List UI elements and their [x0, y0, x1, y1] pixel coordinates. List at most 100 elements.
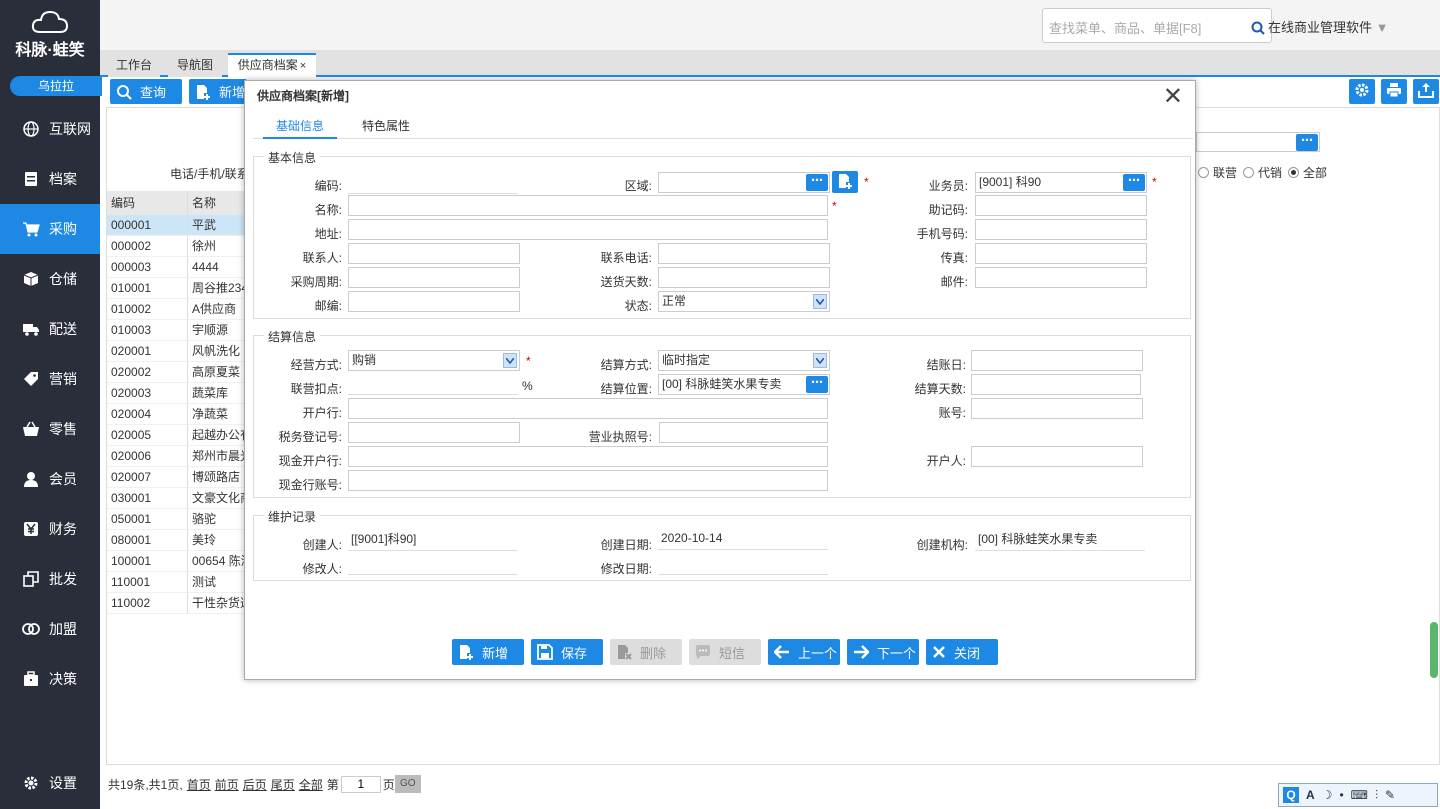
- print-button[interactable]: [1381, 79, 1407, 104]
- page-input[interactable]: [340, 775, 381, 793]
- ime-logo[interactable]: Q: [1283, 787, 1299, 803]
- first-page-link[interactable]: 首页: [187, 776, 211, 793]
- mnemonic-input[interactable]: [975, 195, 1147, 216]
- next-record-button[interactable]: 下一个: [847, 639, 919, 665]
- product-title[interactable]: 在线商业管理软件 ▼: [1268, 17, 1389, 36]
- mobile-input[interactable]: [975, 219, 1147, 240]
- nav-item-archive[interactable]: 档案: [0, 154, 100, 204]
- settle-pos-input[interactable]: [00] 科脉蛙笑水果专卖 ⋯: [658, 374, 830, 395]
- nav-item-delivery[interactable]: 配送: [0, 304, 100, 354]
- settle-mode-select[interactable]: 临时指定: [658, 350, 830, 371]
- tab-navigation[interactable]: 导航图: [168, 53, 222, 77]
- filter-picker[interactable]: ⋯: [1196, 132, 1320, 152]
- query-button[interactable]: 查询: [110, 79, 182, 104]
- region-input[interactable]: ⋯: [658, 172, 830, 193]
- settings-button[interactable]: [1349, 79, 1375, 104]
- tab-special-attr[interactable]: 特色属性: [349, 117, 423, 139]
- last-page-link[interactable]: 尾页: [271, 776, 295, 793]
- table-row[interactable]: 010001 周谷推234: [107, 278, 247, 299]
- tax-input[interactable]: [348, 422, 520, 443]
- ime-toolbar[interactable]: Q A ☽ • ⌨ ⫶ ✎: [1278, 783, 1438, 807]
- tab-workbench[interactable]: 工作台: [108, 53, 160, 77]
- radio-consign[interactable]: 代销: [1243, 164, 1282, 181]
- table-row[interactable]: 010002 A供应商: [107, 299, 247, 320]
- table-row[interactable]: 050001 骆驼: [107, 509, 247, 530]
- table-row[interactable]: 020003 蔬菜库: [107, 383, 247, 404]
- next-page-link[interactable]: 后页: [243, 776, 267, 793]
- search-input[interactable]: 查找菜单、商品、单据[F8]: [1049, 18, 1201, 37]
- deduct-input[interactable]: [348, 374, 518, 395]
- more-icon[interactable]: ⋯: [1123, 174, 1145, 191]
- account-input[interactable]: [971, 398, 1143, 419]
- wrench-icon[interactable]: ✎: [1385, 788, 1395, 802]
- add-button[interactable]: 新增: [189, 79, 247, 104]
- delivery-input[interactable]: [658, 267, 830, 288]
- nav-item-decision[interactable]: 决策: [0, 654, 100, 704]
- go-button[interactable]: GO: [394, 775, 421, 793]
- ime-mode[interactable]: A: [1306, 788, 1315, 802]
- delete-button[interactable]: 删除: [610, 639, 682, 665]
- close-button[interactable]: 关闭: [926, 639, 998, 665]
- license-input[interactable]: [659, 422, 828, 443]
- prev-page-link[interactable]: 前页: [215, 776, 239, 793]
- nav-item-marketing[interactable]: 营销: [0, 354, 100, 404]
- tab-basic-info[interactable]: 基础信息: [263, 117, 337, 139]
- table-row[interactable]: 010003 宇顺源: [107, 320, 247, 341]
- radio-joint[interactable]: 联营: [1198, 164, 1237, 181]
- nav-item-settings[interactable]: 设置: [0, 758, 100, 808]
- more-icon[interactable]: ⋯: [806, 376, 828, 393]
- table-row[interactable]: 000003 4444: [107, 257, 247, 278]
- status-select[interactable]: 正常: [658, 291, 830, 312]
- table-row[interactable]: 030001 文豪文化商: [107, 488, 247, 509]
- close-icon[interactable]: ✕: [1163, 85, 1183, 109]
- nav-item-finance[interactable]: 财务: [0, 504, 100, 554]
- nav-item-member[interactable]: 会员: [0, 454, 100, 504]
- nav-item-internet[interactable]: 互联网: [0, 104, 100, 154]
- holder-input[interactable]: [971, 446, 1143, 467]
- user-badge[interactable]: 乌拉拉: [10, 76, 102, 96]
- add-record-button[interactable]: 新增: [452, 639, 524, 665]
- tab-supplier[interactable]: 供应商档案 ×: [228, 53, 316, 77]
- global-search[interactable]: 查找菜单、商品、单据[F8]: [1042, 8, 1272, 43]
- nav-item-retail[interactable]: 零售: [0, 404, 100, 454]
- table-row[interactable]: 110002 干性杂货选: [107, 593, 247, 614]
- dot-icon[interactable]: •: [1339, 788, 1343, 802]
- table-row[interactable]: 080001 美玲: [107, 530, 247, 551]
- table-row[interactable]: 000002 徐州: [107, 236, 247, 257]
- table-row[interactable]: 020002 高原夏菜: [107, 362, 247, 383]
- code-input[interactable]: [348, 173, 518, 194]
- cash-bank-input[interactable]: [348, 446, 828, 467]
- table-row[interactable]: 100001 00654 陈滨: [107, 551, 247, 572]
- all-link[interactable]: 全部: [299, 776, 323, 793]
- table-row[interactable]: 020005 起越办公有: [107, 425, 247, 446]
- table-row[interactable]: 020001 风帆洗化: [107, 341, 247, 362]
- column-header[interactable]: 名称: [187, 191, 247, 215]
- email-input[interactable]: [975, 267, 1147, 288]
- add-region-button[interactable]: [832, 171, 858, 193]
- keyboard-icon[interactable]: ⌨: [1351, 788, 1368, 802]
- export-button[interactable]: [1413, 79, 1439, 104]
- sms-button[interactable]: 短信: [689, 639, 761, 665]
- name-input[interactable]: [348, 195, 828, 216]
- column-header[interactable]: 编码: [107, 191, 187, 215]
- prev-record-button[interactable]: 上一个: [768, 639, 840, 665]
- phone-input[interactable]: [658, 243, 830, 264]
- address-input[interactable]: [348, 219, 828, 240]
- cycle-input[interactable]: [348, 267, 520, 288]
- split-icon[interactable]: ⫶: [1375, 788, 1378, 803]
- more-icon[interactable]: ⋯: [806, 174, 828, 191]
- table-row[interactable]: 020004 净蔬菜: [107, 404, 247, 425]
- settle-days-input[interactable]: [971, 374, 1141, 395]
- salesman-input[interactable]: [9001] 科90 ⋯: [975, 172, 1147, 193]
- zip-input[interactable]: [348, 291, 520, 312]
- bank-input[interactable]: [348, 398, 828, 419]
- table-row[interactable]: 000001 平武: [107, 215, 247, 236]
- table-row[interactable]: 020006 郑州市晨光: [107, 446, 247, 467]
- cash-account-input[interactable]: [348, 470, 828, 491]
- mode-select[interactable]: 购销: [348, 350, 520, 371]
- close-icon[interactable]: ×: [300, 60, 306, 72]
- nav-item-purchase[interactable]: 采购: [0, 204, 100, 254]
- settle-day-input[interactable]: [971, 350, 1143, 371]
- table-row[interactable]: 020007 博颂路店: [107, 467, 247, 488]
- radio-all[interactable]: 全部: [1288, 164, 1327, 181]
